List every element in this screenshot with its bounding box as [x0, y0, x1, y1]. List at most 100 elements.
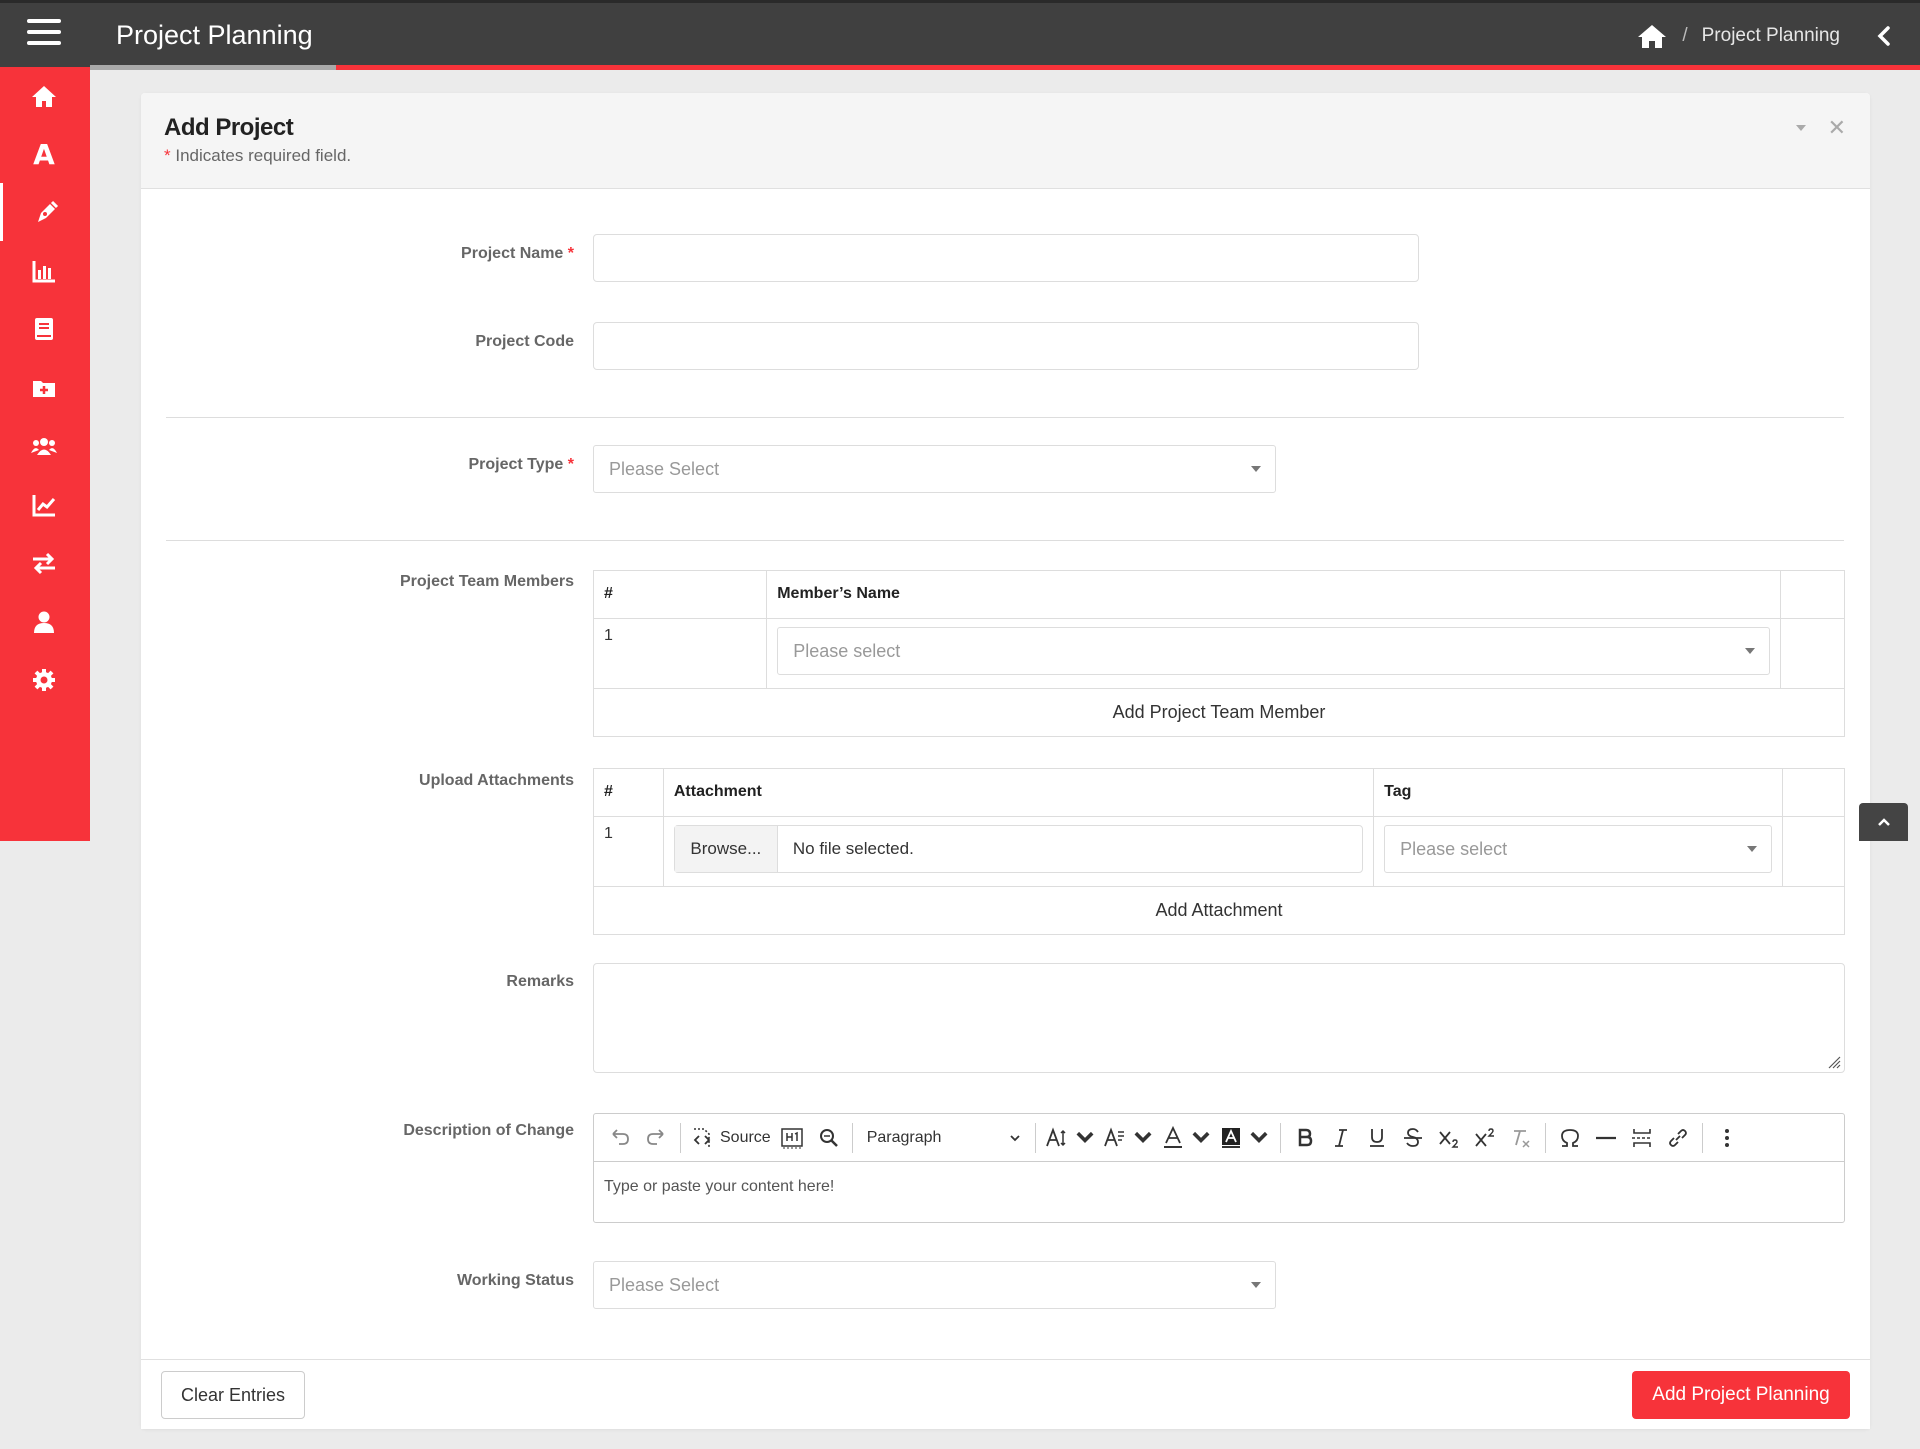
- project-name-input[interactable]: [593, 234, 1419, 282]
- browse-button[interactable]: Browse...: [674, 826, 778, 872]
- font-family-icon: [1103, 1126, 1124, 1146]
- sidebar-item-font[interactable]: A: [0, 125, 88, 183]
- menu-icon[interactable]: [27, 19, 61, 49]
- horizontal-line-button[interactable]: [1588, 1120, 1624, 1156]
- add-project-planning-button[interactable]: Add Project Planning: [1632, 1371, 1850, 1419]
- font-family-button[interactable]: [1100, 1120, 1158, 1156]
- horizontal-line-icon: [1595, 1136, 1616, 1139]
- background-color-icon: [1221, 1127, 1240, 1148]
- column-header-actions: [1780, 570, 1845, 619]
- description-label: Description of Change: [403, 1122, 574, 1139]
- italic-icon: [1334, 1128, 1347, 1147]
- more-vertical-icon: [1724, 1128, 1729, 1147]
- close-icon[interactable]: ✕: [1828, 115, 1846, 141]
- collapse-caret-icon[interactable]: [1794, 121, 1808, 135]
- attachments-table: # Attachment Tag 1 Browse... No file sel…: [593, 768, 1845, 887]
- chevron-down-icon: [1134, 1131, 1152, 1143]
- find-replace-button[interactable]: [810, 1120, 846, 1156]
- sidebar-item-home[interactable]: [0, 67, 88, 125]
- working-status-select[interactable]: Please Select: [593, 1261, 1276, 1309]
- more-options-button[interactable]: [1709, 1120, 1745, 1156]
- sidebar-item-bar-chart[interactable]: [0, 242, 88, 300]
- strikethrough-button[interactable]: [1395, 1120, 1431, 1156]
- resize-handle-icon[interactable]: [1825, 1053, 1841, 1069]
- home-icon: [32, 86, 56, 107]
- remarks-textarea[interactable]: [593, 963, 1845, 1073]
- top-bar: Project Planning / Project Planning: [0, 0, 1920, 70]
- divider: [166, 540, 1844, 541]
- required-note: * Indicates required field.: [164, 146, 351, 166]
- bold-button[interactable]: [1287, 1120, 1323, 1156]
- sidebar-item-folder-plus[interactable]: [0, 359, 88, 417]
- undo-icon: [612, 1128, 629, 1145]
- column-header-attachment: Attachment: [662, 768, 1375, 817]
- caret-down-icon: [1251, 1282, 1261, 1288]
- add-attachment-button[interactable]: Add Attachment: [593, 887, 1845, 935]
- row-actions-cell: [1782, 816, 1845, 887]
- link-button[interactable]: [1660, 1120, 1696, 1156]
- source-button[interactable]: Source: [687, 1120, 774, 1156]
- column-header-number: #: [593, 768, 664, 817]
- sidebar-item-user[interactable]: [0, 593, 88, 651]
- link-icon: [1668, 1128, 1687, 1147]
- page-break-button[interactable]: [1624, 1120, 1660, 1156]
- special-characters-button[interactable]: [1552, 1120, 1588, 1156]
- row-actions-cell: [1780, 618, 1845, 689]
- sidebar-item-pen[interactable]: [0, 183, 88, 241]
- sidebar-item-line-chart[interactable]: [0, 476, 88, 534]
- project-type-label: Project Type *: [468, 456, 574, 474]
- home-icon[interactable]: [1636, 23, 1668, 49]
- scroll-to-top-button[interactable]: [1859, 803, 1908, 841]
- superscript-button[interactable]: [1467, 1120, 1503, 1156]
- sidebar: A: [0, 67, 90, 841]
- user-icon: [34, 611, 54, 633]
- background-color-button[interactable]: [1216, 1120, 1274, 1156]
- file-input[interactable]: Browse... No file selected.: [673, 825, 1364, 873]
- caret-down-icon: [1251, 466, 1261, 472]
- font-size-button[interactable]: [1042, 1120, 1100, 1156]
- sidebar-item-users[interactable]: [0, 417, 88, 475]
- clear-entries-button[interactable]: Clear Entries: [161, 1371, 305, 1419]
- underline-button[interactable]: [1359, 1120, 1395, 1156]
- undo-button[interactable]: [602, 1120, 638, 1156]
- tag-placeholder: Please select: [1400, 838, 1508, 859]
- accent-bar-indicator: [90, 65, 336, 70]
- italic-button[interactable]: [1323, 1120, 1359, 1156]
- toolbar-separator: [1701, 1122, 1703, 1153]
- column-header-number: #: [592, 570, 768, 619]
- project-type-placeholder: Please Select: [609, 458, 720, 479]
- paragraph-dropdown[interactable]: Paragraph: [859, 1120, 1029, 1156]
- sidebar-item-book[interactable]: [0, 300, 88, 358]
- insert-heading-button[interactable]: [774, 1120, 810, 1156]
- remarks-label: Remarks: [506, 973, 574, 990]
- add-team-member-button[interactable]: Add Project Team Member: [593, 689, 1845, 737]
- subscript-button[interactable]: [1431, 1120, 1467, 1156]
- chevron-left-icon[interactable]: [1872, 23, 1898, 49]
- remove-format-icon: [1513, 1129, 1530, 1148]
- font-color-button[interactable]: [1158, 1120, 1216, 1156]
- working-status-placeholder: Please Select: [609, 1274, 720, 1295]
- rich-text-editor: Source Paragraph Type or paste your cont…: [593, 1113, 1845, 1223]
- page-break-icon: [1631, 1128, 1652, 1147]
- omega-icon: [1560, 1128, 1579, 1147]
- breadcrumb-separator: /: [1682, 25, 1688, 46]
- project-code-input[interactable]: [593, 322, 1419, 370]
- book-icon: [35, 318, 53, 340]
- redo-button[interactable]: [638, 1120, 674, 1156]
- sidebar-item-exchange[interactable]: [0, 534, 88, 592]
- tag-select[interactable]: Please select: [1384, 825, 1773, 873]
- editor-content-area[interactable]: Type or paste your content here!: [594, 1162, 1844, 1212]
- sidebar-item-settings[interactable]: [0, 651, 88, 709]
- strikethrough-icon: [1403, 1127, 1422, 1147]
- project-type-select[interactable]: Please Select: [593, 445, 1276, 493]
- paragraph-label: Paragraph: [866, 1128, 942, 1146]
- users-icon: [31, 438, 57, 455]
- project-name-label-text: Project Name: [461, 245, 564, 262]
- column-header-member-name: Member’s Name: [766, 570, 1782, 619]
- remove-format-button[interactable]: [1503, 1120, 1539, 1156]
- bold-icon: [1298, 1128, 1312, 1146]
- row-number: 1: [593, 816, 664, 887]
- member-name-select[interactable]: Please select: [777, 627, 1771, 675]
- project-type-label-text: Project Type: [468, 456, 564, 473]
- redo-icon: [647, 1128, 664, 1145]
